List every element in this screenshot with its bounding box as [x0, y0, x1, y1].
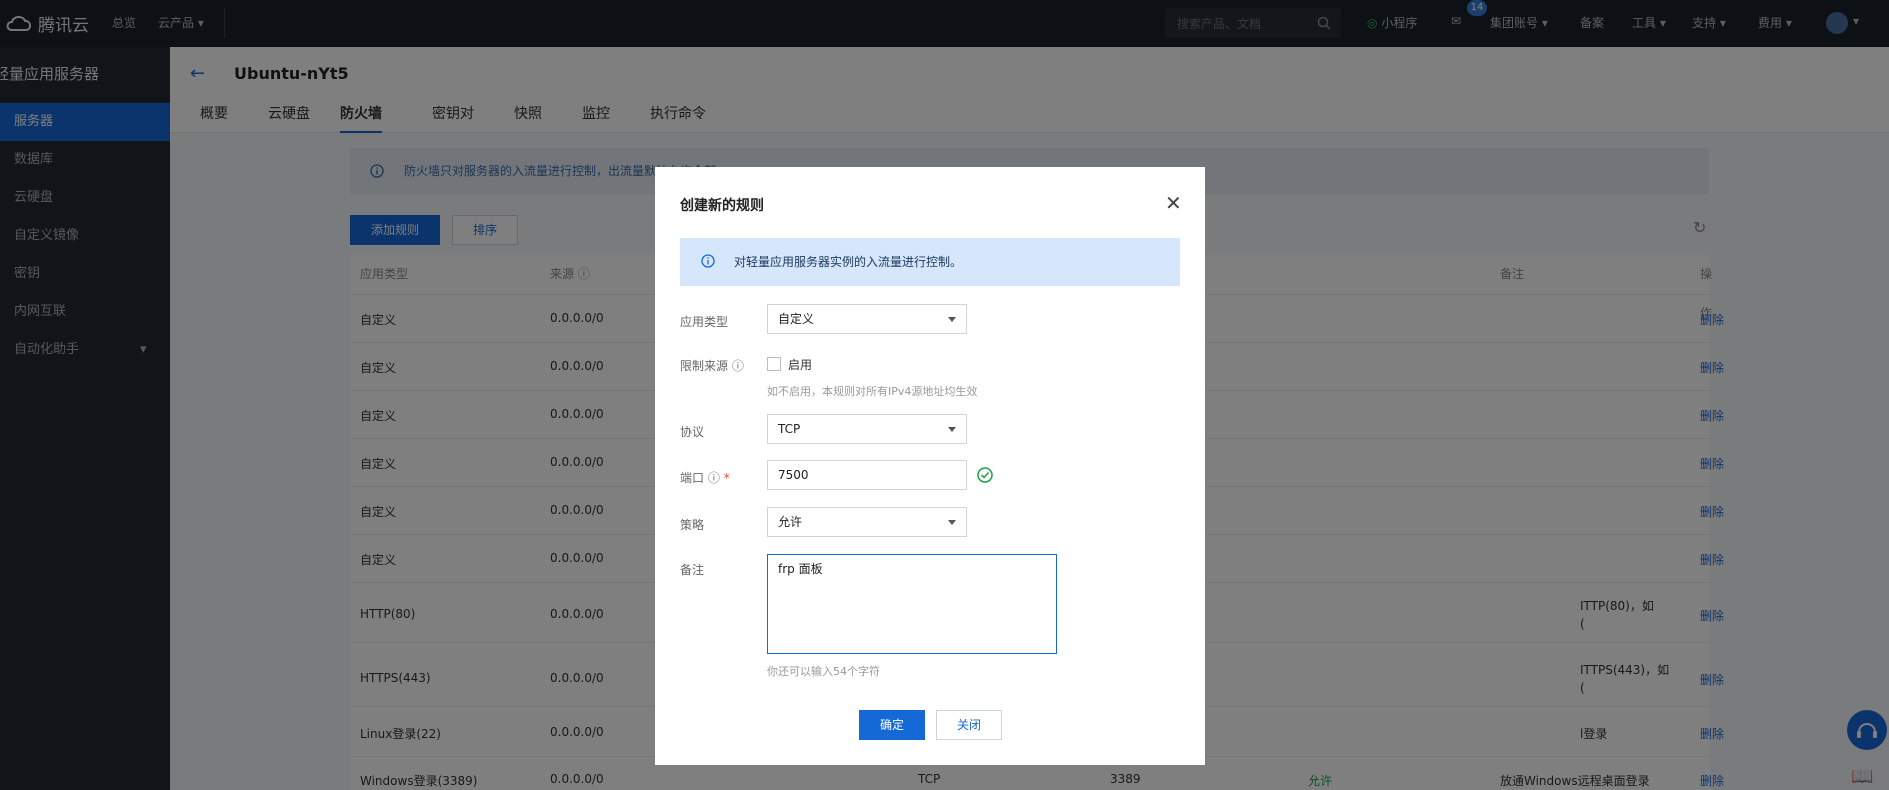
dropdown-caret-icon [948, 427, 956, 432]
limit-source-label: 限制来源 ⓘ [680, 357, 744, 374]
confirm-button[interactable]: 确定 [859, 710, 925, 740]
enable-source-checkbox[interactable] [767, 357, 781, 371]
port-label-text: 端口 [680, 471, 705, 485]
port-input[interactable]: 7500 [767, 460, 967, 490]
required-asterisk: * [723, 471, 730, 485]
enable-label: 启用 [788, 358, 813, 372]
close-button[interactable]: 关闭 [936, 710, 1002, 740]
info-icon [701, 254, 715, 268]
app-type-label: 应用类型 [680, 315, 729, 329]
policy-label: 策略 [680, 518, 705, 532]
app-type-value: 自定义 [778, 312, 815, 326]
limit-source-hint: 如不启用，本规则对所有IPv4源地址均生效 [767, 385, 978, 398]
protocol-value: TCP [778, 422, 801, 436]
protocol-select[interactable]: TCP [767, 414, 967, 444]
policy-value: 允许 [778, 515, 803, 529]
protocol-label: 协议 [680, 425, 705, 439]
note-value: frp 面板 [778, 562, 823, 576]
info-text: 对轻量应用服务器实例的入流量进行控制。 [734, 255, 963, 269]
port-value: 7500 [778, 468, 809, 482]
info-icon: ⓘ [731, 359, 744, 373]
note-label: 备注 [680, 563, 705, 577]
limit-source-text: 限制来源 [680, 359, 729, 373]
app-type-select[interactable]: 自定义 [767, 304, 967, 334]
create-rule-dialog: 创建新的规则 ✕ 对轻量应用服务器实例的入流量进行控制。 应用类型 自定义 限制… [655, 167, 1205, 765]
note-char-count-hint: 你还可以输入54个字符 [767, 665, 880, 678]
dropdown-caret-icon [948, 520, 956, 525]
dialog-title: 创建新的规则 [680, 198, 764, 214]
check-valid-icon [977, 467, 993, 483]
policy-select[interactable]: 允许 [767, 507, 967, 537]
note-textarea[interactable]: frp 面板 [767, 554, 1057, 654]
port-label: 端口 ⓘ * [680, 469, 730, 486]
dialog-info-banner: 对轻量应用服务器实例的入流量进行控制。 [680, 238, 1180, 286]
dropdown-caret-icon [948, 317, 956, 322]
info-icon: ⓘ [707, 471, 720, 485]
close-icon[interactable]: ✕ [1165, 191, 1182, 215]
